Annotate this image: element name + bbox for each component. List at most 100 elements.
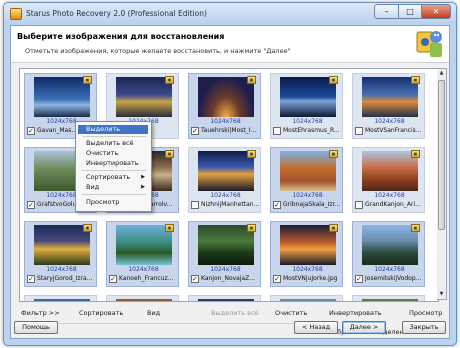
image-checkbox[interactable]: ✓ bbox=[27, 127, 35, 135]
image-checkbox[interactable]: ✓ bbox=[191, 275, 199, 283]
title-bar: Starus Photo Recovery 2.0 (Professional … bbox=[4, 3, 456, 25]
vertical-scrollbar[interactable]: ▲ ▼ bbox=[437, 68, 447, 300]
image-tile[interactable]: ▣ 1024x768 ✓ MostVNjuJorke.jpg bbox=[270, 221, 343, 287]
image-tile[interactable] bbox=[188, 295, 261, 301]
image-resolution: 1024x768 bbox=[374, 266, 405, 273]
image-type-icon: ▣ bbox=[329, 150, 338, 158]
minimize-button[interactable]: – bbox=[374, 4, 399, 19]
view-button[interactable]: Вид bbox=[147, 309, 160, 317]
image-tile[interactable]: ▣ 1024x768 ✓ JosemitskijVodop... bbox=[352, 221, 425, 287]
image-checkbox[interactable]: ✓ bbox=[355, 275, 363, 283]
image-type-icon: ▣ bbox=[83, 224, 92, 232]
page-subtitle: Отметьте изображения, которые желаете во… bbox=[25, 47, 291, 55]
mascot-icon bbox=[416, 31, 442, 57]
image-filename: MostEhrasmus_R... bbox=[283, 127, 340, 134]
image-thumbnail bbox=[198, 77, 254, 117]
image-tile[interactable] bbox=[106, 295, 179, 301]
image-thumbnail bbox=[198, 299, 254, 301]
image-gallery[interactable]: ▣ 1024x768 ✓ Gavan_Mas... ▣ 1024x768 Mos… bbox=[19, 68, 439, 302]
image-checkbox[interactable] bbox=[355, 201, 363, 209]
image-resolution: 1024x768 bbox=[374, 192, 405, 199]
image-tile[interactable]: ▣ 1024x768 MostVSanFrancis... bbox=[352, 73, 425, 139]
menu-separator bbox=[82, 170, 146, 171]
menu-item-view[interactable]: Вид ▶ bbox=[78, 183, 148, 192]
image-thumbnail bbox=[362, 151, 418, 191]
image-resolution: 1024x768 bbox=[210, 192, 241, 199]
image-checkbox[interactable] bbox=[273, 127, 281, 135]
image-checkbox[interactable]: ✓ bbox=[109, 275, 117, 283]
submenu-arrow-icon: ▶ bbox=[141, 184, 145, 190]
image-resolution: 1024x768 bbox=[128, 266, 159, 273]
image-checkbox[interactable] bbox=[355, 127, 363, 135]
image-tile[interactable]: ▣ 1024x768 ✓ Tauehrski|Most_I... bbox=[188, 73, 261, 139]
image-thumbnail bbox=[280, 151, 336, 191]
app-icon bbox=[10, 8, 22, 20]
wizard-content: Выберите изображения для восстановления … bbox=[10, 25, 450, 339]
back-button[interactable]: < Назад bbox=[294, 321, 338, 334]
image-filename: JosemitskijVodop... bbox=[365, 275, 422, 282]
next-button[interactable]: Далее > bbox=[342, 321, 386, 334]
sort-button[interactable]: Сортировать bbox=[79, 309, 123, 317]
menu-separator bbox=[82, 136, 146, 137]
image-thumbnail bbox=[362, 225, 418, 265]
image-checkbox[interactable]: ✓ bbox=[273, 201, 281, 209]
image-tile[interactable]: ▣ 1024x768 MostEhrasmus_R... bbox=[270, 73, 343, 139]
image-filename: MostVNjuJorke.jpg bbox=[283, 275, 338, 282]
image-type-icon: ▣ bbox=[165, 150, 174, 158]
image-checkbox[interactable]: ✓ bbox=[27, 275, 35, 283]
menu-item-clear[interactable]: Очистить bbox=[78, 149, 148, 158]
clear-button[interactable]: Очистить bbox=[275, 309, 307, 317]
menu-item-invert[interactable]: Инвертировать bbox=[78, 159, 148, 168]
image-thumbnail bbox=[280, 225, 336, 265]
image-thumbnail bbox=[280, 77, 336, 117]
image-tile[interactable]: ▣ 1024x768 ✓ StaryjGorod_Izra... bbox=[24, 221, 97, 287]
image-tile[interactable]: ▣ 1024x768 ✓ Kanjon_NovajaZ... bbox=[188, 221, 261, 287]
help-button[interactable]: Помощь bbox=[14, 321, 58, 334]
image-type-icon: ▣ bbox=[329, 224, 338, 232]
image-type-icon: ▣ bbox=[247, 76, 256, 84]
maximize-button[interactable]: □ bbox=[398, 4, 422, 19]
scroll-down-icon[interactable]: ▼ bbox=[437, 290, 446, 299]
image-checkbox[interactable]: ✓ bbox=[273, 275, 281, 283]
image-filename: GrandKanjon_Ari... bbox=[365, 201, 421, 208]
image-filename: StaryjGorod_Izra... bbox=[37, 275, 93, 282]
image-filename: MostVSanFrancis... bbox=[365, 127, 422, 134]
image-tile[interactable]: ▣ 1024x768 ✓ GribnajaSkala_Izr... bbox=[270, 147, 343, 213]
image-checkbox[interactable]: ✓ bbox=[27, 201, 35, 209]
image-tile[interactable] bbox=[24, 295, 97, 301]
image-tile[interactable]: ▣ 1024x768 ✓ Kanoeh_Francuz... bbox=[106, 221, 179, 287]
image-tile[interactable]: ▣ 1024x768 GrandKanjon_Ari... bbox=[352, 147, 425, 213]
image-checkbox[interactable] bbox=[191, 201, 199, 209]
invert-button[interactable]: Инвертировать bbox=[329, 309, 382, 317]
menu-item-sort[interactable]: Сортировать ▶ bbox=[78, 173, 148, 182]
image-checkbox[interactable]: ✓ bbox=[191, 127, 199, 135]
image-resolution: 1024x768 bbox=[210, 266, 241, 273]
image-resolution: 1024x768 bbox=[374, 118, 405, 125]
close-button[interactable]: Закрыть bbox=[402, 321, 446, 334]
select-all-button[interactable]: Выделить всё bbox=[211, 309, 259, 317]
image-tile[interactable] bbox=[352, 295, 425, 301]
image-type-icon: ▣ bbox=[247, 150, 256, 158]
page-title: Выберите изображения для восстановления bbox=[17, 32, 225, 41]
image-filename: Kanoeh_Francuz... bbox=[119, 275, 174, 282]
menu-item-preview[interactable]: Просмотр bbox=[78, 198, 148, 207]
image-filename: NizhnijManhettan... bbox=[201, 201, 260, 208]
divider-line bbox=[23, 323, 303, 324]
close-window-button[interactable]: ✕ bbox=[421, 4, 451, 19]
filter-button[interactable]: Фильтр >> bbox=[21, 309, 60, 317]
image-type-icon: ▣ bbox=[165, 76, 174, 84]
image-thumbnail bbox=[198, 225, 254, 265]
preview-button[interactable]: Просмотр bbox=[409, 309, 442, 317]
image-thumbnail bbox=[34, 299, 90, 301]
scroll-thumb[interactable] bbox=[438, 80, 445, 230]
image-tile[interactable]: ▣ 1024x768 NizhnijManhettan... bbox=[188, 147, 261, 213]
image-resolution: 1024x768 bbox=[292, 118, 323, 125]
menu-item-select-all[interactable]: Выделить всё bbox=[78, 139, 148, 148]
image-tile[interactable] bbox=[270, 295, 343, 301]
image-thumbnail bbox=[280, 299, 336, 301]
image-resolution: 1024x768 bbox=[210, 118, 241, 125]
wizard-header: Выберите изображения для восстановления … bbox=[11, 26, 449, 63]
menu-item-select[interactable]: Выделить bbox=[78, 125, 148, 134]
scroll-up-icon[interactable]: ▲ bbox=[437, 69, 446, 78]
image-thumbnail bbox=[116, 77, 172, 117]
